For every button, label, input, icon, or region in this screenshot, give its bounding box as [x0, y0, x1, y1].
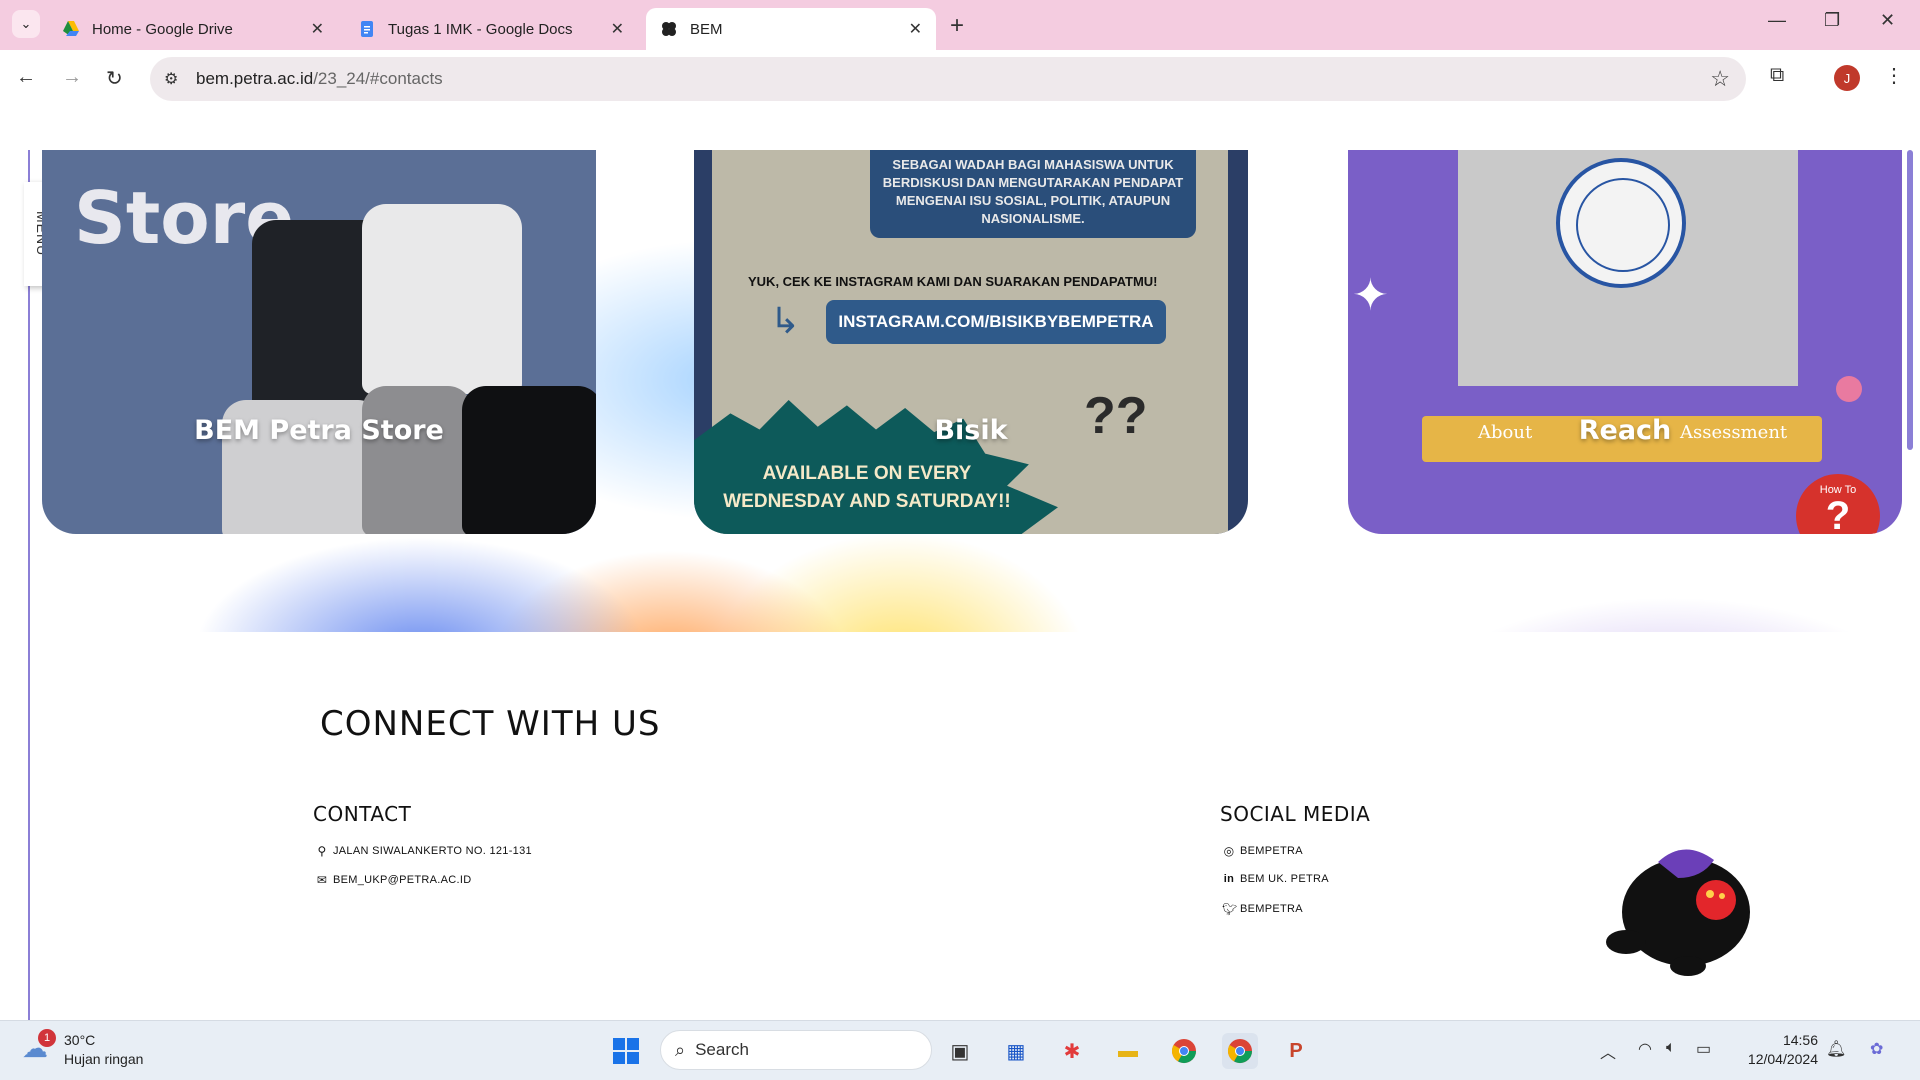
close-tab-icon[interactable]: ✕	[311, 19, 324, 39]
restore-icon[interactable]: ❐	[1824, 10, 1840, 31]
taskbar-clock[interactable]: 14:56 12/04/2024	[1738, 1031, 1818, 1069]
chrome-icon[interactable]	[1166, 1033, 1202, 1069]
tab-label: BEM	[690, 20, 723, 38]
extensions-icon[interactable]: ⧉	[1770, 64, 1784, 87]
card-title: BEM Petra Store	[194, 415, 444, 446]
search-placeholder: Search	[695, 1040, 749, 1059]
minimize-icon[interactable]: —	[1768, 10, 1786, 31]
app-red-icon[interactable]: ✱	[1054, 1033, 1090, 1069]
site-info-icon[interactable]: ⚙	[164, 69, 178, 89]
volume-icon[interactable]: 🔈︎	[1666, 1039, 1676, 1057]
social-instagram[interactable]: ◎ BEMPETRA	[1222, 844, 1303, 858]
page-scrollbar-thumb[interactable]	[1907, 150, 1913, 450]
forward-icon[interactable]: →	[62, 66, 82, 89]
tray-expand-icon[interactable]: ︿	[1600, 1039, 1616, 1063]
browser-menu-icon[interactable]: ⋮	[1884, 63, 1904, 88]
address-text: JALAN SIWALANKERTO NO. 121-131	[333, 845, 532, 857]
weather-description: Hujan ringan	[64, 1051, 144, 1067]
card-bisik[interactable]: SEBAGAI WADAH BAGI MAHASISWA UNTUK BERDI…	[694, 150, 1248, 534]
google-drive-icon	[62, 20, 80, 38]
close-tab-icon[interactable]: ✕	[909, 19, 922, 39]
taskbar-search-box[interactable]: ⌕ Search	[660, 1030, 932, 1070]
notification-bell-icon[interactable]: 🔔︎	[1826, 1039, 1846, 1059]
bisik-schedule-text: AVAILABLE ON EVERY WEDNESDAY AND SATURDA…	[723, 463, 1011, 512]
connect-heading: CONNECT WITH US	[320, 704, 661, 744]
browser-toolbar: ← → ↻ ⚙ bem.petra.ac.id/23_24/#contacts …	[0, 50, 1920, 108]
bem-favicon-icon	[660, 20, 678, 38]
reload-icon[interactable]: ↻	[106, 66, 123, 91]
contact-email[interactable]: ✉ BEM_UKP@PETRA.AC.ID	[315, 873, 472, 887]
tab-label: Tugas 1 IMK - Google Docs	[388, 20, 573, 38]
instagram-handle[interactable]: BEMPETRA	[1240, 845, 1303, 857]
powerpoint-icon[interactable]: P	[1278, 1033, 1314, 1069]
file-explorer-icon[interactable]: ▬	[1110, 1033, 1146, 1069]
address-bar[interactable]: ⚙ bem.petra.ac.id/23_24/#contacts ☆	[150, 57, 1746, 101]
tab-label: Home - Google Drive	[92, 20, 233, 38]
instagram-icon: ◎	[1223, 844, 1235, 858]
clock-time: 14:56	[1782, 1032, 1818, 1048]
question-mark-icon: ?	[1825, 494, 1851, 534]
windows-start-icon[interactable]	[608, 1033, 644, 1069]
contact-address: ⚲ JALAN SIWALANKERTO NO. 121-131	[315, 844, 532, 858]
web-page: MENU Store BEM Petra Store SEBAGAI WADAH…	[0, 108, 1920, 1020]
envelope-icon: ✉	[316, 873, 328, 887]
bem-seal-logo	[1556, 158, 1686, 288]
google-docs-icon	[358, 20, 376, 38]
cat-mascot-image	[1606, 849, 1750, 976]
email-text[interactable]: BEM_UKP@PETRA.AC.ID	[333, 874, 472, 886]
card-title: Bisik	[934, 415, 1008, 446]
bisik-instagram-link: INSTAGRAM.COM/BISIKBYBEMPETRA	[826, 300, 1166, 344]
card-title: Reach	[1578, 415, 1672, 446]
copilot-icon[interactable]: ✿	[1870, 1039, 1883, 1059]
tab-search-dropdown-icon[interactable]: ⌄	[12, 10, 40, 38]
how-to-badge: How To ?	[1796, 474, 1880, 534]
social-twitter[interactable]: 🐦︎ BEMPETRA	[1222, 902, 1303, 916]
linkedin-icon: in	[1223, 873, 1235, 885]
curved-arrow-icon: ↳	[770, 300, 801, 341]
social-media-heading: SOCIAL MEDIA	[1220, 802, 1371, 826]
twitter-handle[interactable]: BEMPETRA	[1240, 903, 1303, 915]
notification-badge: 1	[38, 1029, 56, 1047]
linkedin-handle[interactable]: BEM UK. PETRA	[1240, 873, 1329, 885]
bisik-cta-text: YUK, CEK KE INSTAGRAM KAMI DAN SUARAKAN …	[748, 274, 1158, 289]
wifi-icon[interactable]: ◠	[1638, 1039, 1652, 1059]
card-bem-petra-store[interactable]: Store BEM Petra Store	[42, 150, 596, 534]
black-tee-image	[462, 386, 596, 534]
address-url[interactable]: bem.petra.ac.id/23_24/#contacts	[196, 69, 443, 89]
chrome-profile-j-icon[interactable]	[1222, 1033, 1258, 1069]
taskbar: ☁ 1 30°C Hujan ringan ⌕ Search ▣ ▦ ✱ ▬ P…	[0, 1020, 1920, 1080]
profile-avatar[interactable]: J	[1834, 65, 1860, 91]
close-window-icon[interactable]: ✕	[1880, 10, 1895, 31]
twitter-icon: 🐦︎	[1222, 902, 1238, 916]
battery-icon[interactable]: ▭	[1696, 1039, 1711, 1059]
tab-google-drive[interactable]: Home - Google Drive ✕	[48, 8, 338, 50]
sparkle-icon: ✦	[1352, 271, 1389, 320]
rain-cloud-icon: ☁ 1	[22, 1029, 56, 1067]
contact-heading: CONTACT	[313, 802, 412, 826]
task-view-icon[interactable]: ▣	[942, 1033, 978, 1069]
pink-dot-decoration	[1836, 376, 1862, 402]
grey-shirt-image	[362, 386, 472, 534]
tab-google-docs[interactable]: Tugas 1 IMK - Google Docs ✕	[344, 8, 638, 50]
close-tab-icon[interactable]: ✕	[611, 19, 624, 39]
bookmark-star-icon[interactable]: ☆	[1710, 66, 1730, 92]
search-icon: ⌕	[675, 1039, 686, 1060]
back-icon[interactable]: ←	[16, 66, 36, 89]
card-reach[interactable]: ✦ About Assessment How To ? Reach	[1348, 150, 1902, 534]
map-pin-icon: ⚲	[317, 844, 327, 858]
social-linkedin[interactable]: in BEM UK. PETRA	[1222, 873, 1329, 885]
weather-widget[interactable]: ☁ 1 30°C Hujan ringan	[22, 1029, 144, 1069]
tab-bem[interactable]: BEM ✕	[646, 8, 936, 50]
clock-date: 12/04/2024	[1747, 1051, 1818, 1067]
microsoft-store-icon[interactable]: ▦	[998, 1033, 1034, 1069]
new-tab-icon[interactable]: +	[950, 12, 964, 40]
white-polo-image	[362, 204, 522, 394]
bisik-description-box: SEBAGAI WADAH BAGI MAHASISWA UNTUK BERDI…	[870, 150, 1196, 238]
weather-temperature: 30°C	[64, 1032, 96, 1048]
browser-tab-strip: ⌄ Home - Google Drive ✕ Tugas 1 IMK - Go…	[0, 0, 1920, 50]
